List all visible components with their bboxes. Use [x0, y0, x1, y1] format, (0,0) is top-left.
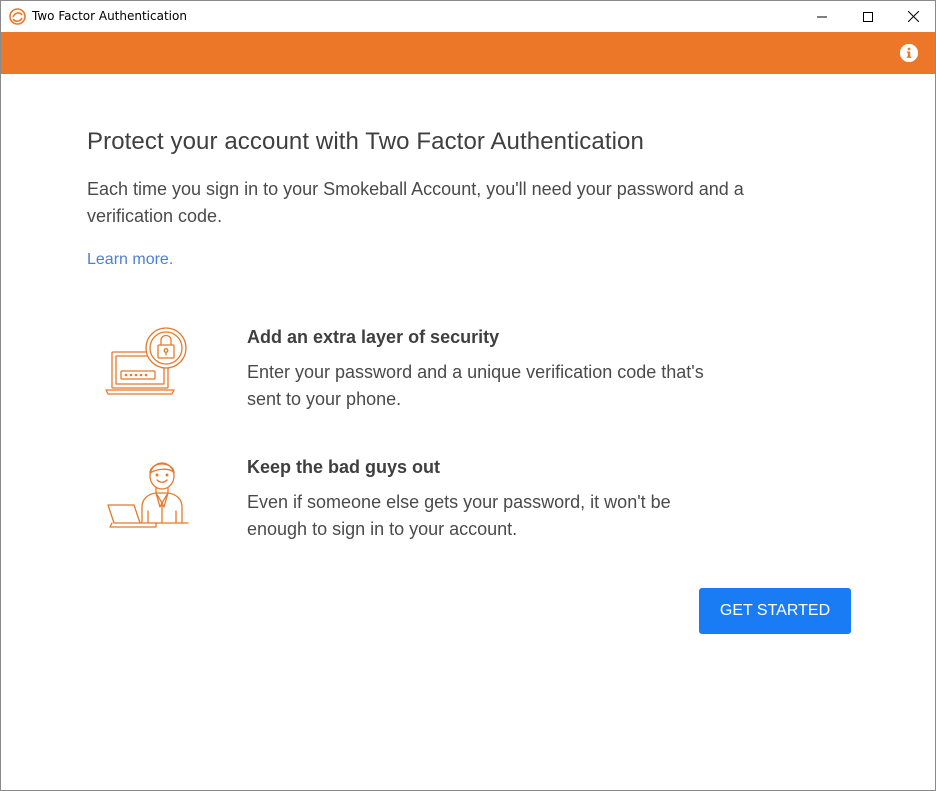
close-icon — [907, 11, 919, 22]
page-title: Protect your account with Two Factor Aut… — [87, 128, 644, 155]
maximize-button[interactable] — [845, 1, 891, 32]
minimize-button[interactable] — [799, 1, 845, 32]
laptop-lock-icon — [105, 327, 187, 395]
app-window: Two Factor Authentication Protect your a… — [0, 0, 936, 791]
person-laptop-icon — [107, 462, 189, 528]
minimize-icon — [817, 16, 827, 17]
info-icon — [900, 44, 918, 62]
feature-security-description: Enter your password and a unique verific… — [247, 362, 704, 409]
info-button[interactable] — [900, 44, 918, 62]
feature-bad-guys-description: Even if someone else gets your password,… — [247, 492, 671, 539]
close-button[interactable] — [890, 1, 936, 32]
get-started-button[interactable]: GET STARTED — [699, 588, 851, 634]
window-title: Two Factor Authentication — [32, 9, 187, 23]
title-bar[interactable]: Two Factor Authentication — [1, 1, 935, 32]
page-subtext: Each time you sign in to your Smokeball … — [87, 179, 744, 226]
feature-security-title: Add an extra layer of security — [247, 327, 500, 347]
maximize-icon — [863, 11, 873, 22]
smokeball-logo-icon — [9, 8, 26, 25]
feature-bad-guys-title: Keep the bad guys out — [247, 457, 441, 477]
header-bar — [1, 32, 935, 74]
learn-more-link[interactable]: Learn more. — [87, 251, 173, 269]
